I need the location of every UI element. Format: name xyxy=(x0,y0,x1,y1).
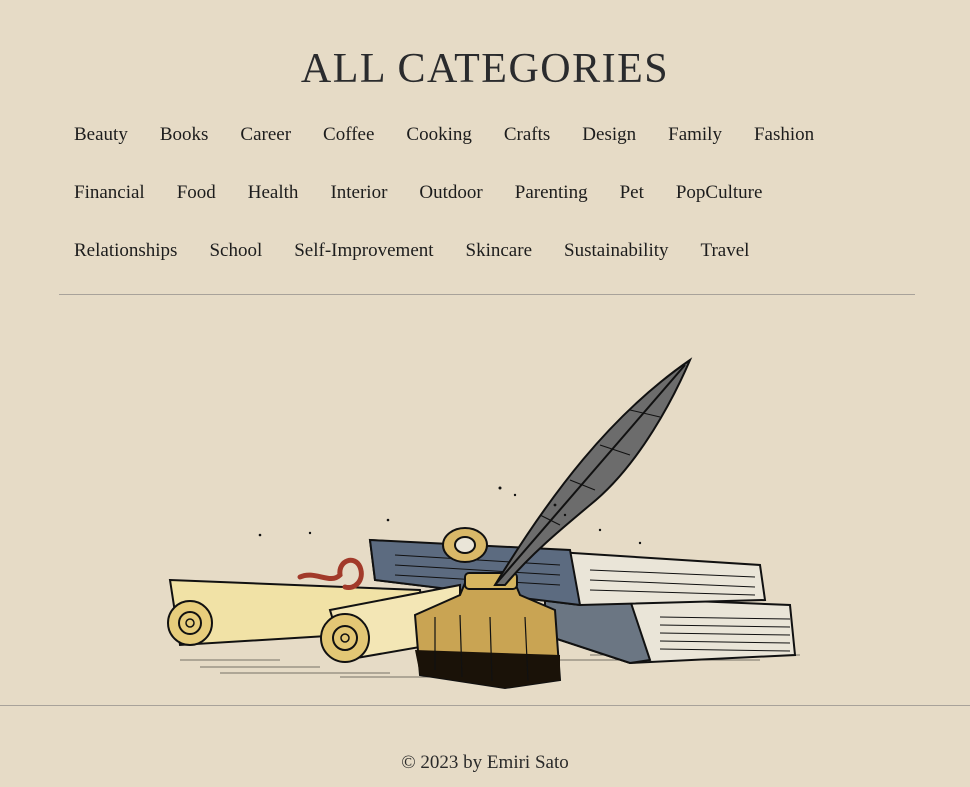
header-divider xyxy=(59,294,915,295)
category-link-cooking[interactable]: Cooking xyxy=(406,125,471,144)
category-link-travel[interactable]: Travel xyxy=(701,241,750,260)
category-link-crafts[interactable]: Crafts xyxy=(504,125,550,144)
category-link-design[interactable]: Design xyxy=(582,125,636,144)
inkwell-lid xyxy=(442,527,488,563)
footer-copyright: © 2023 by Emiri Sato xyxy=(401,752,569,773)
page: ALL CATEGORIES Beauty Books Career Coffe… xyxy=(0,0,970,787)
category-row-2: Financial Food Health Interior Outdoor P… xyxy=(74,183,794,202)
category-link-family[interactable]: Family xyxy=(668,125,722,144)
category-row-3: Relationships School Self-Improvement Sk… xyxy=(74,241,781,260)
category-link-food[interactable]: Food xyxy=(177,183,216,202)
quill-feather xyxy=(493,357,693,586)
category-link-career[interactable]: Career xyxy=(240,125,291,144)
page-title: ALL CATEGORIES xyxy=(300,46,670,92)
category-link-outdoor[interactable]: Outdoor xyxy=(419,183,482,202)
category-link-skincare[interactable]: Skincare xyxy=(466,241,532,260)
category-link-interior[interactable]: Interior xyxy=(330,183,387,202)
footer-divider xyxy=(0,705,970,706)
category-link-beauty[interactable]: Beauty xyxy=(74,125,128,144)
category-link-pet[interactable]: Pet xyxy=(620,183,644,202)
category-link-coffee[interactable]: Coffee xyxy=(323,125,374,144)
category-link-books[interactable]: Books xyxy=(160,125,209,144)
category-link-parenting[interactable]: Parenting xyxy=(515,183,588,202)
category-link-popculture[interactable]: PopCulture xyxy=(676,183,763,202)
category-row-1: Beauty Books Career Coffee Cooking Craft… xyxy=(74,125,846,144)
category-link-self-improvement[interactable]: Self-Improvement xyxy=(294,241,433,260)
category-link-sustainability[interactable]: Sustainability xyxy=(564,241,669,260)
quill-inkwell-books-illustration xyxy=(167,357,800,690)
category-link-school[interactable]: School xyxy=(209,241,262,260)
category-link-financial[interactable]: Financial xyxy=(74,183,145,202)
category-link-health[interactable]: Health xyxy=(248,183,299,202)
wax-seal xyxy=(297,557,364,591)
category-link-relationships[interactable]: Relationships xyxy=(74,241,177,260)
category-link-fashion[interactable]: Fashion xyxy=(754,125,814,144)
